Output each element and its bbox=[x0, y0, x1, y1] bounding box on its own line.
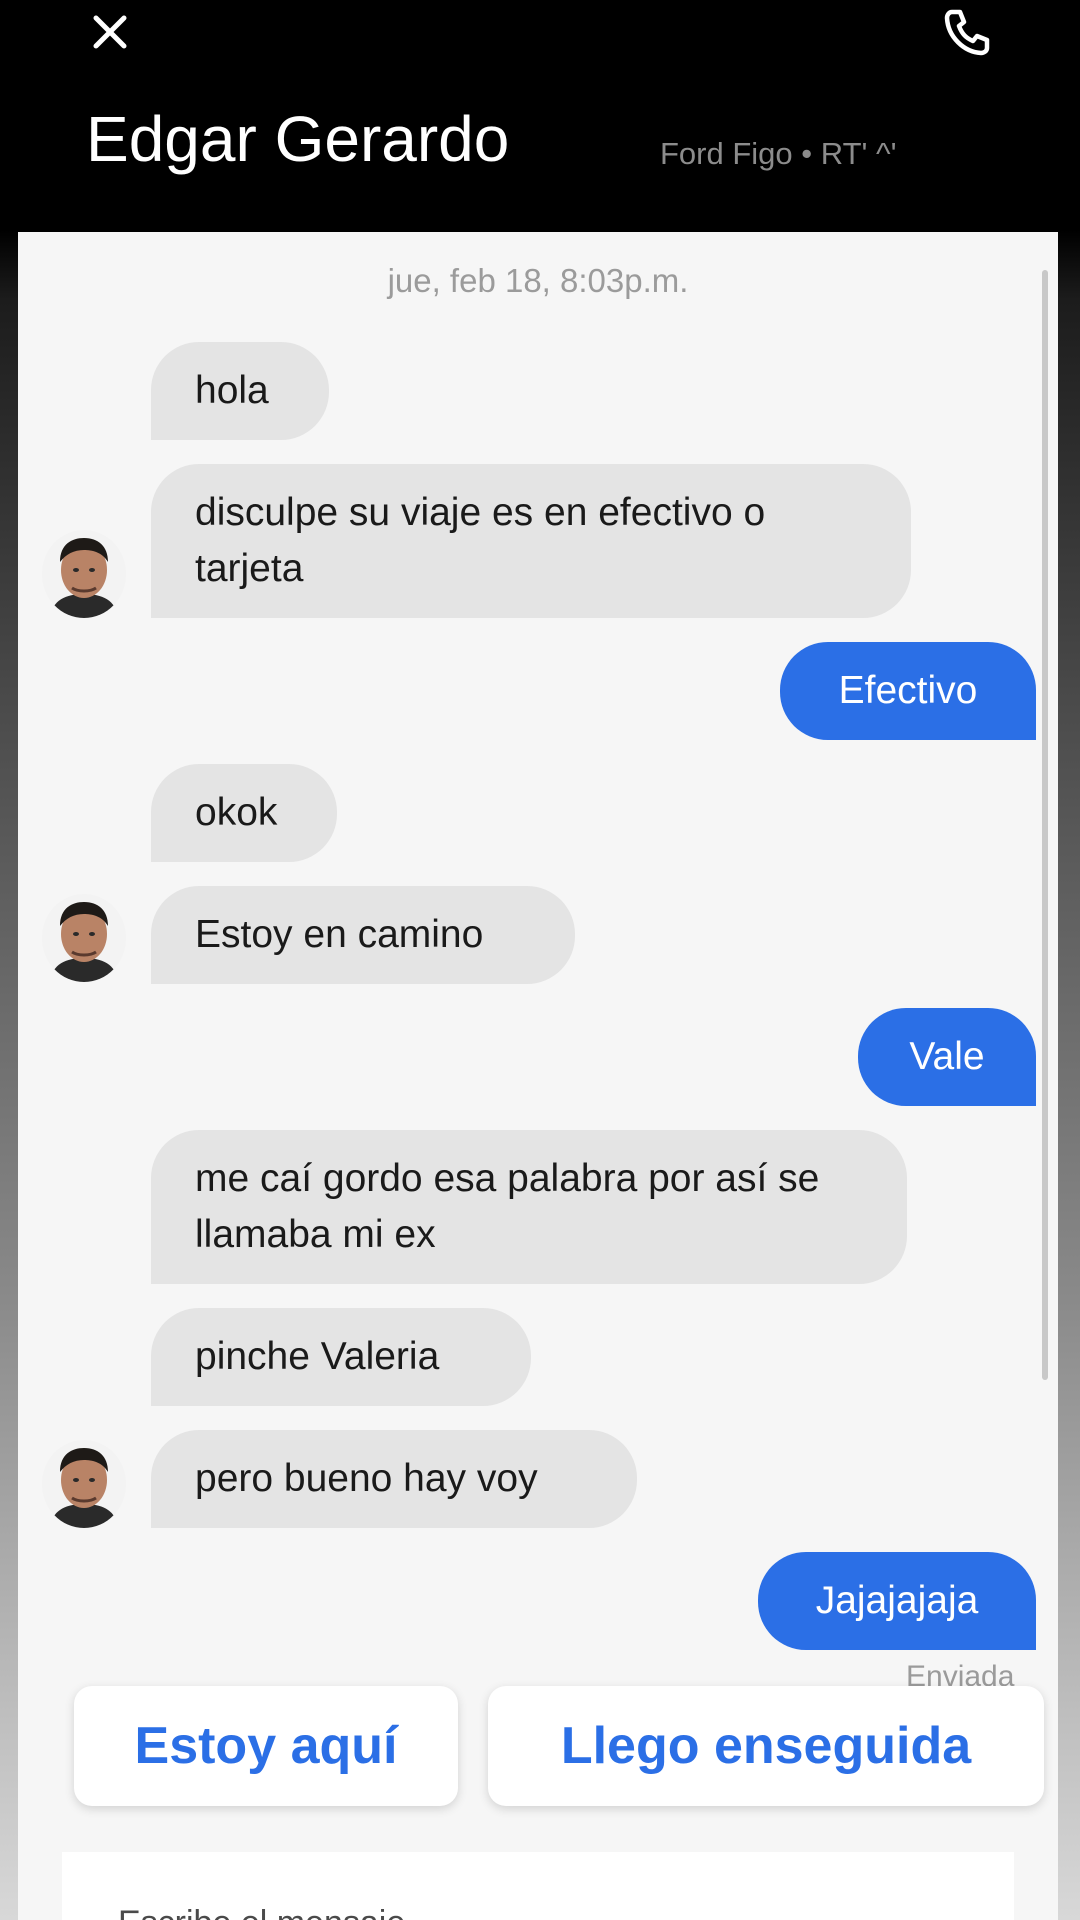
message-text: pinche Valeria bbox=[195, 1335, 440, 1378]
chat-timestamp: jue, feb 18, 8:03p.m. bbox=[387, 262, 689, 299]
quick-reply-llego-enseguida[interactable]: Llego enseguida bbox=[488, 1686, 1044, 1806]
driver-avatar bbox=[42, 894, 126, 982]
message-text: Jajajajaja bbox=[815, 1579, 979, 1622]
message-text: okok bbox=[195, 791, 278, 834]
message-bubble-sent: Vale bbox=[858, 1008, 1036, 1106]
message-bubble-received: pinche Valeria bbox=[151, 1308, 531, 1406]
chat-screen: Edgar Gerardo Ford Figo • RT' ^' jue, fe… bbox=[18, 0, 1058, 1920]
message-bubble-received: hola bbox=[151, 342, 329, 440]
driver-avatar bbox=[42, 530, 126, 618]
background-edge-left bbox=[0, 0, 18, 1920]
message-bubble-received: me caí gordo esa palabra por así se llam… bbox=[151, 1130, 907, 1284]
message-bubble-received: pero bueno hay voy bbox=[151, 1430, 637, 1528]
vehicle-info: Ford Figo • RT' ^' bbox=[660, 136, 897, 171]
message-text: me caí gordo esa palabra por así se llam… bbox=[195, 1157, 820, 1256]
message-bubble-sent: Efectivo bbox=[780, 642, 1036, 740]
close-icon[interactable] bbox=[90, 12, 130, 52]
message-input[interactable] bbox=[118, 1904, 918, 1920]
background-edge-right bbox=[1058, 0, 1080, 1920]
driver-avatar bbox=[42, 1440, 126, 1528]
message-text: hola bbox=[195, 369, 269, 412]
chat-header: Edgar Gerardo Ford Figo • RT' ^' bbox=[18, 0, 1058, 232]
phone-icon[interactable] bbox=[940, 6, 992, 58]
message-text: disculpe su viaje es en efectivo o tarje… bbox=[195, 491, 766, 590]
driver-name: Edgar Gerardo bbox=[86, 103, 510, 175]
message-text: pero bueno hay voy bbox=[195, 1457, 538, 1500]
scrollbar[interactable] bbox=[1042, 270, 1048, 1380]
message-bubble-received: Estoy en camino bbox=[151, 886, 575, 984]
message-bubble-sent: Jajajajaja bbox=[758, 1552, 1036, 1650]
quick-reply-estoy-aqui[interactable]: Estoy aquí bbox=[74, 1686, 458, 1806]
message-composer bbox=[62, 1852, 1014, 1920]
message-text: Efectivo bbox=[838, 669, 978, 712]
message-text: Estoy en camino bbox=[195, 913, 484, 956]
message-bubble-received: disculpe su viaje es en efectivo o tarje… bbox=[151, 464, 911, 618]
message-text: Vale bbox=[909, 1035, 985, 1078]
message-bubble-received: okok bbox=[151, 764, 337, 862]
